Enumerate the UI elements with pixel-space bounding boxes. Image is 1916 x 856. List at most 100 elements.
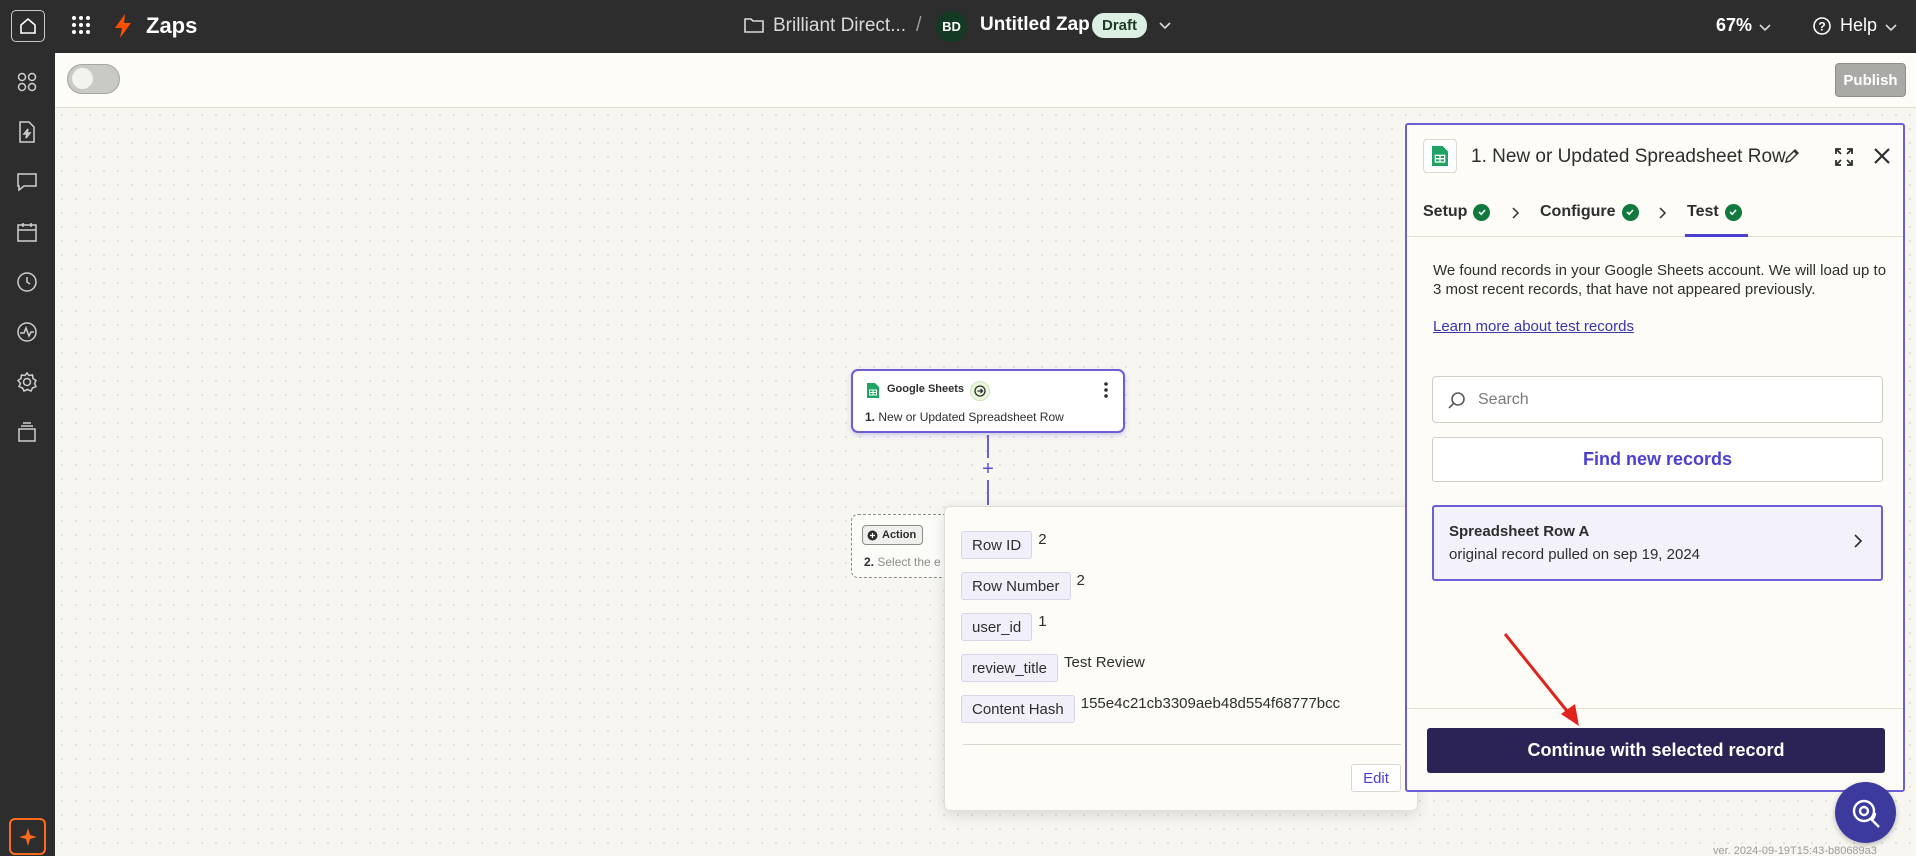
support-agent-icon xyxy=(1852,799,1880,828)
active-tab-indicator xyxy=(1685,234,1748,237)
breadcrumb-separator: / xyxy=(916,14,922,36)
popover-divider xyxy=(963,744,1401,745)
check-circle-icon xyxy=(1621,203,1639,221)
continue-with-selected-record-button[interactable]: Continue with selected record xyxy=(1427,728,1885,773)
home-button[interactable] xyxy=(11,10,45,42)
record-field-row: Row ID 2 xyxy=(961,531,1047,559)
field-value: 155e4c21cb3309aeb48d554f68777bcc xyxy=(1080,695,1341,712)
tab-test-label: Test xyxy=(1687,203,1719,220)
tab-configure[interactable]: Configure xyxy=(1540,203,1639,221)
google-sheets-icon xyxy=(867,383,879,398)
google-sheets-icon xyxy=(1432,146,1448,166)
brand-title[interactable]: Zaps xyxy=(146,13,197,39)
chevron-right-icon xyxy=(1511,206,1521,225)
tab-setup-label: Setup xyxy=(1423,203,1468,220)
field-key: user_id xyxy=(961,613,1033,641)
action-icon xyxy=(867,530,878,540)
rail-templates-button[interactable] xyxy=(14,419,40,445)
test-description: We found records in your Google Sheets a… xyxy=(1433,262,1887,298)
action-step-number: 2. xyxy=(864,555,875,569)
home-icon xyxy=(20,17,36,34)
chat-icon xyxy=(17,173,37,192)
rail-history-button[interactable] xyxy=(14,269,40,295)
svg-text:?: ? xyxy=(1818,20,1825,34)
trigger-step-title: 1. New or Updated Spreadsheet Row xyxy=(865,410,1064,424)
panel-header: 1. New or Updated Spreadsheet Row xyxy=(1407,125,1903,189)
search-input[interactable] xyxy=(1478,387,1868,413)
record-field-row: Content Hash 155e4c21cb3309aeb48d554f687… xyxy=(961,695,1340,723)
folder-name[interactable]: Brilliant Direct... xyxy=(773,15,906,37)
help-menu[interactable]: Help xyxy=(1840,15,1877,36)
support-chat-button[interactable] xyxy=(1835,782,1896,843)
search-icon xyxy=(1448,392,1465,409)
help-chevron-down-icon[interactable] xyxy=(1884,20,1898,38)
edit-button[interactable]: Edit xyxy=(1351,764,1401,792)
trigger-step-node[interactable]: Google Sheets 1. New or Updated Spreadsh… xyxy=(851,369,1125,433)
record-title: Spreadsheet Row A xyxy=(1449,523,1590,540)
zap-name[interactable]: Untitled Zap xyxy=(980,14,1090,36)
calendar-icon xyxy=(17,223,37,242)
record-search[interactable] xyxy=(1432,376,1883,423)
sparkle-icon xyxy=(18,827,37,846)
apps-icon xyxy=(17,72,37,92)
record-field-row: user_id 1 xyxy=(961,613,1047,641)
folder-icon[interactable] xyxy=(744,16,764,39)
field-value: 2 xyxy=(1076,572,1085,589)
trigger-more-options-icon[interactable] xyxy=(1103,381,1109,404)
expand-icon[interactable] xyxy=(1834,147,1854,172)
chevron-right-icon xyxy=(1658,206,1668,225)
field-value: 1 xyxy=(1038,613,1047,630)
trigger-status-icon xyxy=(970,381,990,401)
gear-icon xyxy=(16,371,38,392)
field-key: Row Number xyxy=(961,572,1071,600)
find-new-records-button[interactable]: Find new records xyxy=(1432,437,1883,482)
check-circle-icon xyxy=(1473,203,1491,221)
clock-icon xyxy=(17,272,37,292)
apps-grid-button[interactable] xyxy=(70,14,92,41)
rail-apps-button[interactable] xyxy=(14,69,40,95)
trigger-step-number: 1. xyxy=(865,410,876,424)
grid-icon xyxy=(72,16,90,34)
tab-test[interactable]: Test xyxy=(1687,203,1742,221)
zoom-chevron-down-icon[interactable] xyxy=(1758,20,1772,38)
tab-configure-label: Configure xyxy=(1540,203,1616,220)
rail-ai-button[interactable] xyxy=(9,818,46,855)
chevron-right-icon xyxy=(1852,532,1864,555)
help-icon[interactable]: ? xyxy=(1812,16,1832,41)
rename-pencil-icon[interactable] xyxy=(1784,148,1800,169)
panel-app-logo xyxy=(1423,139,1457,173)
field-value: Test Review xyxy=(1064,654,1145,671)
file-bolt-icon xyxy=(19,121,35,143)
record-item[interactable]: Spreadsheet Row A original record pulled… xyxy=(1432,505,1883,581)
editor-toolbar: Publish xyxy=(55,53,1916,108)
rail-zap-file-button[interactable] xyxy=(14,119,40,145)
trigger-step-label: New or Updated Spreadsheet Row xyxy=(878,410,1064,424)
annotation-arrow-icon xyxy=(1503,633,1579,726)
zaps-logo[interactable] xyxy=(112,13,134,44)
record-preview-popover: Row ID 2 Row Number 2 user_id 1 review_t… xyxy=(944,506,1418,811)
status-badge: Draft xyxy=(1092,13,1148,38)
add-step-button[interactable]: + xyxy=(978,458,998,480)
activity-icon xyxy=(17,322,37,342)
record-field-row: Row Number 2 xyxy=(961,572,1085,600)
trigger-app-name: Google Sheets xyxy=(887,383,965,395)
learn-more-link[interactable]: Learn more about test records xyxy=(1433,318,1634,335)
tab-setup[interactable]: Setup xyxy=(1423,203,1491,221)
lightning-icon xyxy=(115,14,131,38)
rail-activity-button[interactable] xyxy=(14,319,40,345)
record-field-row: review_title Test Review xyxy=(961,654,1145,682)
rail-tables-button[interactable] xyxy=(14,219,40,245)
zoom-level[interactable]: 67% xyxy=(1716,15,1752,36)
check-circle-icon xyxy=(1724,203,1742,221)
rail-interfaces-button[interactable] xyxy=(14,169,40,195)
action-step-label: Select the e xyxy=(877,555,941,569)
version-label: ver. 2024-09-19T15:43-b80689a3 xyxy=(1713,845,1877,856)
zap-menu-chevron-down-icon[interactable] xyxy=(1158,18,1172,36)
zap-on-off-toggle[interactable] xyxy=(67,64,120,94)
publish-button[interactable]: Publish xyxy=(1835,63,1906,97)
owner-avatar[interactable]: BD xyxy=(936,11,967,42)
close-icon[interactable] xyxy=(1873,147,1891,170)
record-subtitle: original record pulled on sep 19, 2024 xyxy=(1449,546,1701,563)
step-tabs: Setup Configure Test xyxy=(1407,189,1903,237)
rail-settings-button[interactable] xyxy=(14,369,40,395)
